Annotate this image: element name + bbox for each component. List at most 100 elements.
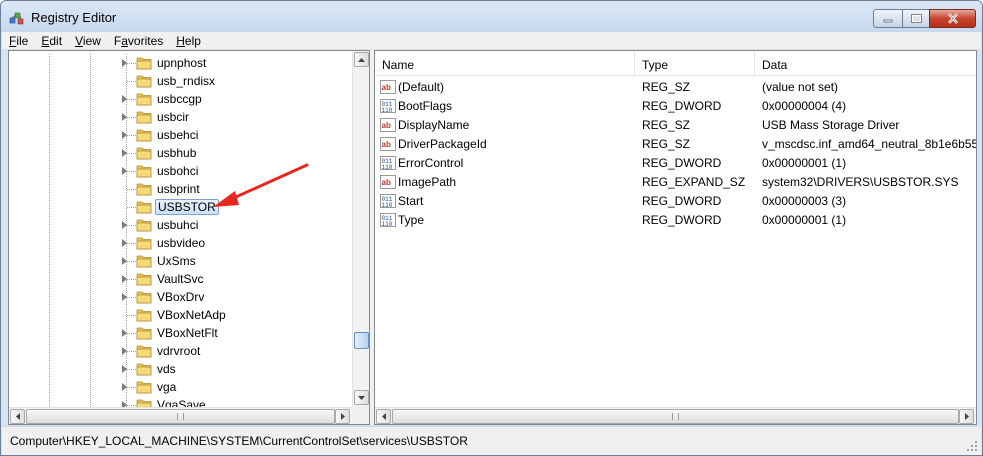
tree-item[interactable]: usbccgp [9,90,352,108]
value-row[interactable]: ab ImagePath REG_EXPAND_SZ system32\DRIVERS… [375,173,976,192]
menu-help[interactable]: Help [169,32,207,49]
tree-item[interactable]: vdrvroot [9,342,352,360]
column-header-type[interactable]: Type [635,51,755,76]
string-value-icon: ab [380,175,396,189]
expand-arrow-icon[interactable] [122,365,127,373]
tree-item-label: usbcir [157,110,190,124]
folder-icon [136,75,152,88]
title-bar[interactable]: Registry Editor [1,1,982,32]
registry-editor-window: Registry Editor File Edit View Favorites… [0,0,983,456]
expand-arrow-icon[interactable] [122,95,127,103]
expand-arrow-icon[interactable] [122,383,127,391]
value-row[interactable]: ab DriverPackageId REG_SZ v_mscdsc.inf_amd6… [375,135,976,154]
value-type: REG_SZ [642,118,691,132]
tree-item[interactable]: usbhub [9,144,352,162]
registry-values-pane[interactable]: Name Type Data ab (Default) REG_SZ (value n… [374,50,977,425]
menu-view[interactable]: View [68,32,107,49]
tree-scroll-down-button[interactable] [354,390,369,405]
value-row[interactable]: ab DisplayName REG_SZ USB Mass Storage Driv… [375,116,976,135]
tree-scroll-up-button[interactable] [354,52,369,67]
tree-guide-line [90,288,91,306]
value-row[interactable]: ab (Default) REG_SZ (value not set) [375,78,976,97]
values-hscroll-thumb[interactable] [392,409,959,424]
expand-arrow-icon[interactable] [122,59,127,67]
expand-arrow-icon[interactable] [122,167,127,175]
expand-arrow-icon[interactable] [122,149,127,157]
tree-item[interactable]: VBoxNetAdp [9,306,352,324]
svg-text:110: 110 [382,164,393,171]
tree-scroll-left-button[interactable] [10,409,25,424]
expand-arrow-icon[interactable] [122,113,127,121]
value-row[interactable]: 011 110 Start REG_DWORD 0x00000003 (3) [375,192,976,211]
tree-item[interactable]: usbehci [9,126,352,144]
minimize-button[interactable] [873,9,902,28]
svg-text:ab: ab [382,140,391,149]
menu-view-accel: V [75,34,83,48]
tree-guide-line [90,216,91,234]
close-button[interactable] [929,9,976,28]
tree-guide-line [49,108,50,126]
folder-icon [136,363,152,376]
tree-item[interactable]: usb_rndisx [9,72,352,90]
tree-item[interactable]: VBoxNetFlt [9,324,352,342]
tree-guide-line [49,144,50,162]
tree-guide-line [49,342,50,360]
values-scroll-right-button[interactable] [959,409,974,424]
tree-item[interactable]: usbuhci [9,216,352,234]
tree-item-label: usbhub [157,146,197,160]
close-icon [947,13,958,24]
folder-icon [136,165,152,178]
value-type: REG_DWORD [642,213,722,227]
tree-hscroll-thumb[interactable] [26,409,335,424]
tree-guide-line [49,198,50,216]
values-scroll-left-button[interactable] [376,409,391,424]
tree-horizontal-scrollbar[interactable] [9,407,352,424]
tree-item-label: usb_rndisx [157,74,216,88]
tree-item[interactable]: usbcir [9,108,352,126]
value-row[interactable]: 011 110 Type REG_DWORD 0x00000001 (1) [375,211,976,230]
svg-text:110: 110 [382,221,393,228]
binary-value-icon: 011110 [380,213,396,228]
tree-guide-line [49,72,50,90]
tree-guide-line [49,180,50,198]
tree-item[interactable]: upnphost [9,54,352,72]
expand-arrow-icon[interactable] [122,257,127,265]
tree-scroll-thumb[interactable] [354,332,369,349]
registry-tree-pane[interactable]: upnphost usb_rndisxusbccgp usbcir usbehci us… [8,50,370,425]
tree-item[interactable]: usbvideo [9,234,352,252]
column-header-data[interactable]: Data [755,51,976,76]
tree-guide-line [90,234,91,252]
value-row[interactable]: 011 110 BootFlags REG_DWORD 0x00000004 (4) [375,97,976,116]
menu-view-label: iew [82,34,101,48]
expand-arrow-icon[interactable] [122,293,127,301]
expand-arrow-icon[interactable] [122,275,127,283]
resize-grip-icon[interactable] [966,440,978,452]
tree-item[interactable]: UxSms [9,252,352,270]
expand-arrow-icon[interactable] [122,347,127,355]
expand-arrow-icon[interactable] [122,329,127,337]
svg-text:ab: ab [382,121,391,130]
value-row[interactable]: 011 110 ErrorControl REG_DWORD 0x00000001 (1… [375,154,976,173]
menu-file[interactable]: File [2,32,34,49]
folder-icon [136,381,152,394]
tree-item[interactable]: VaultSvc [9,270,352,288]
tree-scroll-right-button[interactable] [335,409,350,424]
tree-guide-line [90,144,91,162]
tree-item[interactable]: vds [9,360,352,378]
menu-favorites[interactable]: Favorites [107,32,169,49]
expand-arrow-icon[interactable] [122,131,127,139]
folder-icon [136,57,152,70]
column-header-name[interactable]: Name [375,51,635,76]
folder-icon [136,327,152,340]
expand-arrow-icon[interactable] [122,221,127,229]
tree-vertical-scrollbar[interactable] [352,51,369,407]
tree-item[interactable]: vga [9,378,352,396]
tree-scroll-corner [352,407,369,424]
folder-icon [136,255,152,268]
tree-guide-line [90,126,91,144]
expand-arrow-icon[interactable] [122,239,127,247]
values-horizontal-scrollbar[interactable] [375,407,976,424]
menu-edit[interactable]: Edit [34,32,68,49]
maximize-button[interactable] [902,9,929,28]
tree-item[interactable]: VBoxDrv [9,288,352,306]
